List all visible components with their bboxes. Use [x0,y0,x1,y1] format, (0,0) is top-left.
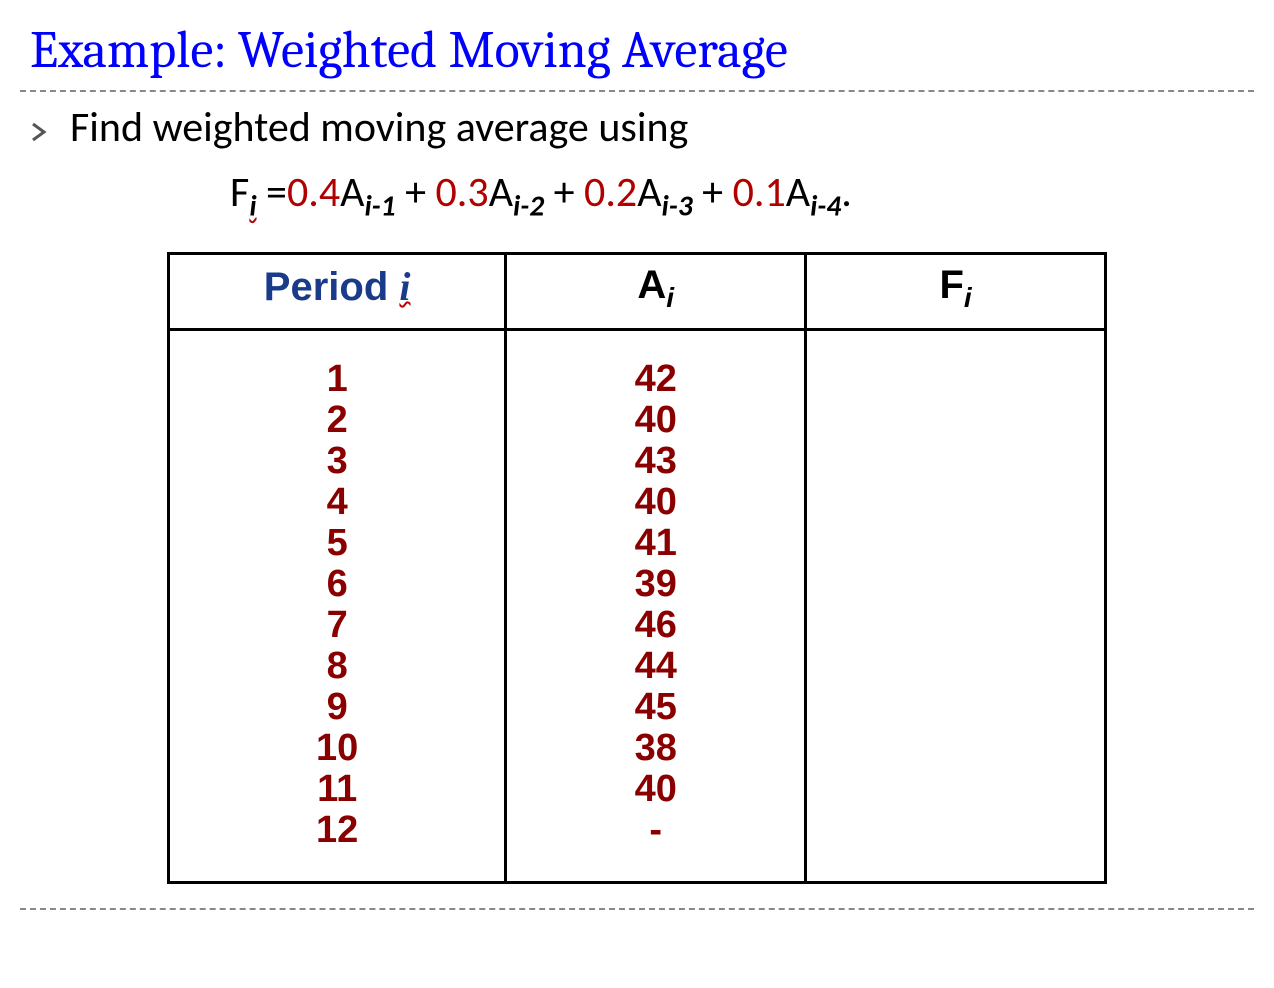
period-value: 5 [327,523,348,564]
A-value: 40 [635,482,677,523]
formula-F-sub: i [249,187,256,223]
period-value: 10 [316,728,358,769]
header-F: Fi [806,254,1106,330]
period-value: 8 [327,646,348,687]
cell-period: 1 2 3 4 5 6 7 8 9 10 11 12 [169,330,506,883]
A-value: 46 [635,605,677,646]
divider-top [20,90,1254,92]
A-value: 40 [635,400,677,441]
table-row: 1 2 3 4 5 6 7 8 9 10 11 12 [169,330,1106,883]
sub-2: i-3 [662,187,693,223]
cell-F [806,330,1106,883]
sub-3: i-4 [810,187,841,223]
period-value: 3 [327,441,348,482]
period-values: 1 2 3 4 5 6 7 8 9 10 11 12 [170,359,504,851]
cell-A: 42 40 43 40 41 39 46 44 45 38 40 - [506,330,806,883]
sub-0: i-1 [364,187,395,223]
period-value: 1 [327,359,348,400]
header-A-sub: i [666,282,674,313]
plus-0: + [396,167,436,218]
header-A-text: A [637,263,666,307]
period-value: 12 [316,810,358,851]
A-value: 44 [635,646,677,687]
plus-2: + [693,167,733,218]
A-value: 40 [635,769,677,810]
formula-F: F [230,167,249,218]
A-1: A [489,167,513,218]
A-2: A [637,167,661,218]
divider-bottom [20,908,1254,910]
formula-eq: = [257,167,287,218]
formula-period: . [841,167,852,218]
formula: Fi =0.4Ai-1 + 0.3Ai-2 + 0.2Ai-3 + 0.1Ai-… [0,167,1274,218]
coef-1: 0.3 [436,167,489,218]
sub-1: i-2 [513,187,544,223]
A-value: 43 [635,441,677,482]
A-value: 41 [635,523,677,564]
bullet-row: Find weighted moving average using [0,102,1274,153]
coef-2: 0.2 [584,167,637,218]
header-period-text: Period [264,265,400,309]
A-value: 42 [635,359,677,400]
plus-1: + [544,167,584,218]
header-period-i: i [399,264,410,309]
A-value: 45 [635,687,677,728]
A-3: A [786,167,810,218]
period-value: 6 [327,564,348,605]
A-value: - [649,810,662,851]
table-header-row: Period i Ai Fi [169,254,1106,330]
period-value: 9 [327,687,348,728]
header-F-sub: i [964,282,972,313]
header-period: Period i [169,254,506,330]
header-A: Ai [506,254,806,330]
data-table-wrap: Period i Ai Fi 1 2 3 4 5 [167,252,1107,884]
slide-title: Example: Weighted Moving Average [0,0,1274,90]
coef-0: 0.4 [287,167,340,218]
period-value: 11 [317,769,357,810]
A-value: 38 [635,728,677,769]
bullet-text: Find weighted moving average using [70,102,688,153]
header-F-text: F [939,263,963,307]
period-value: 4 [327,482,348,523]
period-value: 7 [327,605,348,646]
period-value: 2 [327,400,348,441]
data-table: Period i Ai Fi 1 2 3 4 5 [167,252,1107,884]
A-values: 42 40 43 40 41 39 46 44 45 38 40 - [507,359,804,851]
A-value: 39 [635,564,677,605]
A-0: A [340,167,364,218]
chevron-right-icon [30,123,48,141]
coef-3: 0.1 [733,167,786,218]
